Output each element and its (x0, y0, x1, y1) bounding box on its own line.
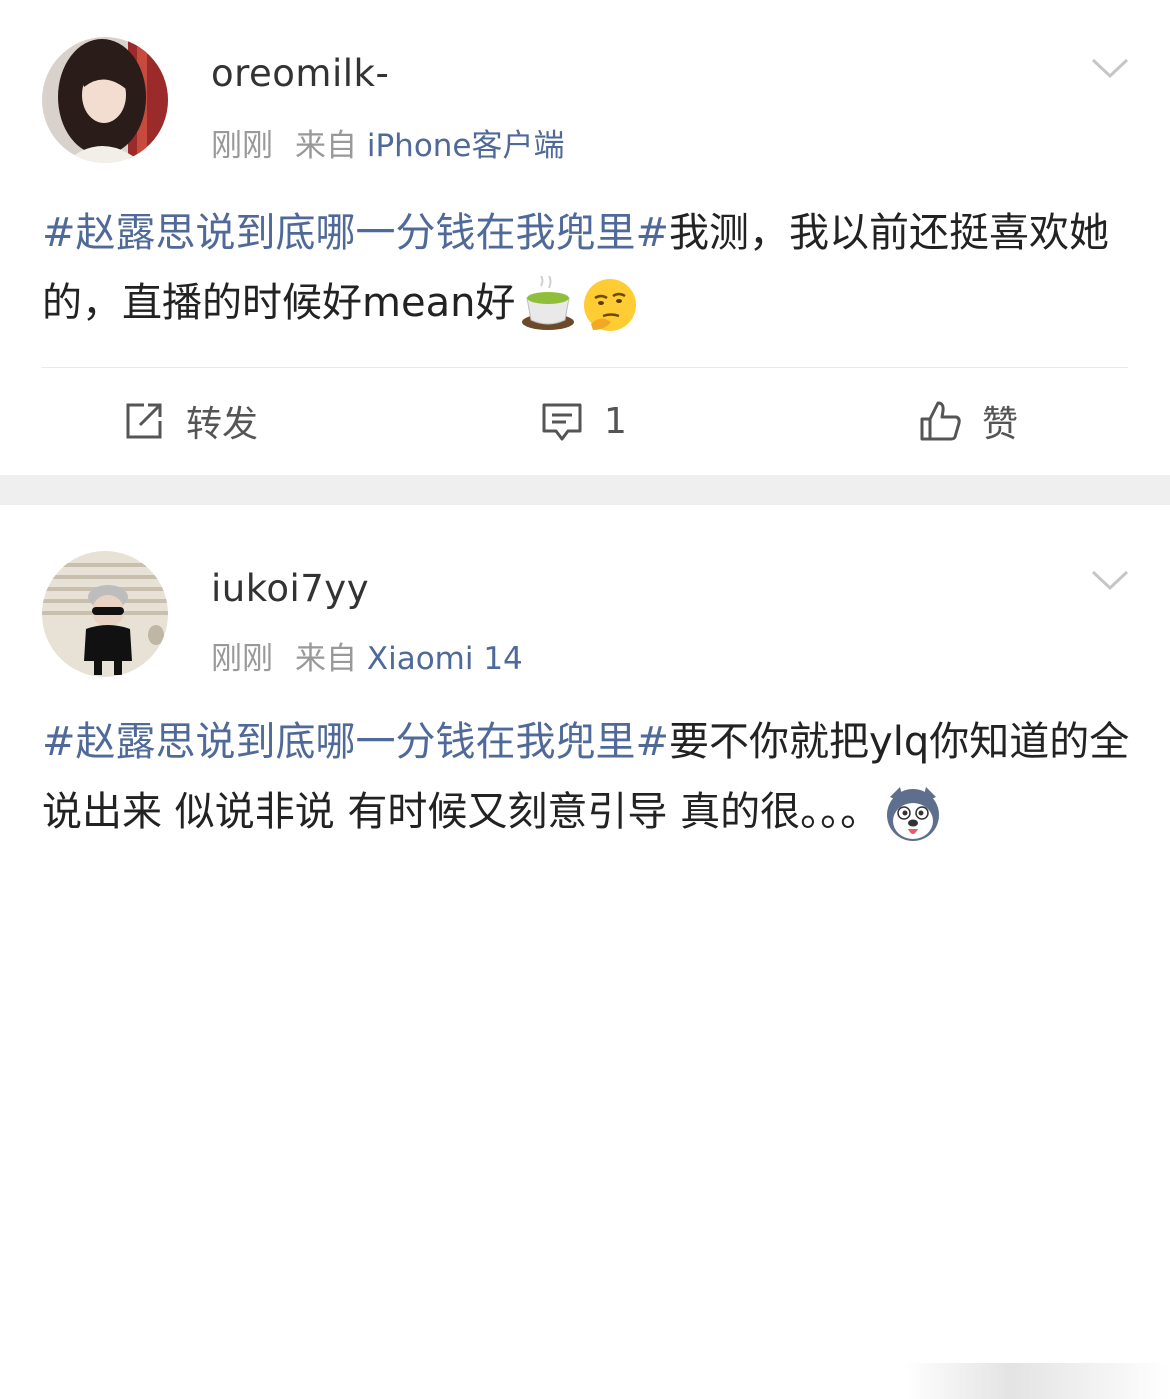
like-button[interactable]: 赞 (918, 395, 1018, 447)
comment-button[interactable]: 1 (540, 395, 627, 447)
post-card[interactable]: oreomilk- 刚刚 来自 iPhone客户端 #赵露思说到底哪一分钱在我兜里… (0, 0, 1170, 475)
tea-cup-emoji (522, 276, 575, 330)
divider (42, 367, 1128, 368)
timestamp: 刚刚 (211, 128, 273, 164)
post-content: #赵露思说到底哪一分钱在我兜里#我测，我以前还挺喜欢她的，直播的时候好mean好 (42, 198, 1132, 338)
comment-icon (542, 403, 582, 441)
post-content: #赵露思说到底哪一分钱在我兜里#要不你就把ylq你知道的全说出来 似说非说 有时… (42, 707, 1132, 847)
thumbs-up-icon (920, 401, 961, 441)
source-client[interactable]: Xiaomi 14 (367, 641, 523, 677)
username[interactable]: iukoi7yy (211, 567, 369, 610)
repost-button[interactable]: 转发 (122, 395, 258, 447)
husky-face-emoji (887, 787, 940, 841)
scroll-fade (905, 1363, 1170, 1399)
feed-separator (0, 475, 1170, 505)
hashtag-link[interactable]: #赵露思说到底哪一分钱在我兜里# (42, 210, 669, 256)
like-label: 赞 (982, 404, 1019, 445)
thinking-face-emoji (584, 279, 637, 331)
timestamp: 刚刚 (211, 641, 273, 677)
avatar[interactable] (42, 551, 168, 677)
post-meta: 刚刚 来自 iPhone客户端 (211, 120, 565, 165)
post-card[interactable]: iukoi7yy 刚刚 来自 Xiaomi 14 #赵露思说到底哪一分钱在我兜里#… (0, 505, 1170, 1399)
avatar[interactable] (42, 37, 168, 163)
username[interactable]: oreomilk- (211, 52, 389, 95)
source-prefix: 来自 (295, 641, 357, 677)
hashtag-link[interactable]: #赵露思说到底哪一分钱在我兜里# (42, 719, 669, 765)
source-prefix: 来自 (295, 128, 357, 164)
post-meta: 刚刚 来自 Xiaomi 14 (211, 633, 523, 678)
repost-label: 转发 (186, 404, 259, 445)
source-client[interactable]: iPhone客户端 (367, 128, 565, 164)
chevron-down-icon[interactable] (1090, 568, 1130, 592)
comment-count: 1 (604, 400, 627, 442)
chevron-down-icon[interactable] (1090, 56, 1130, 80)
share-icon (126, 403, 162, 439)
